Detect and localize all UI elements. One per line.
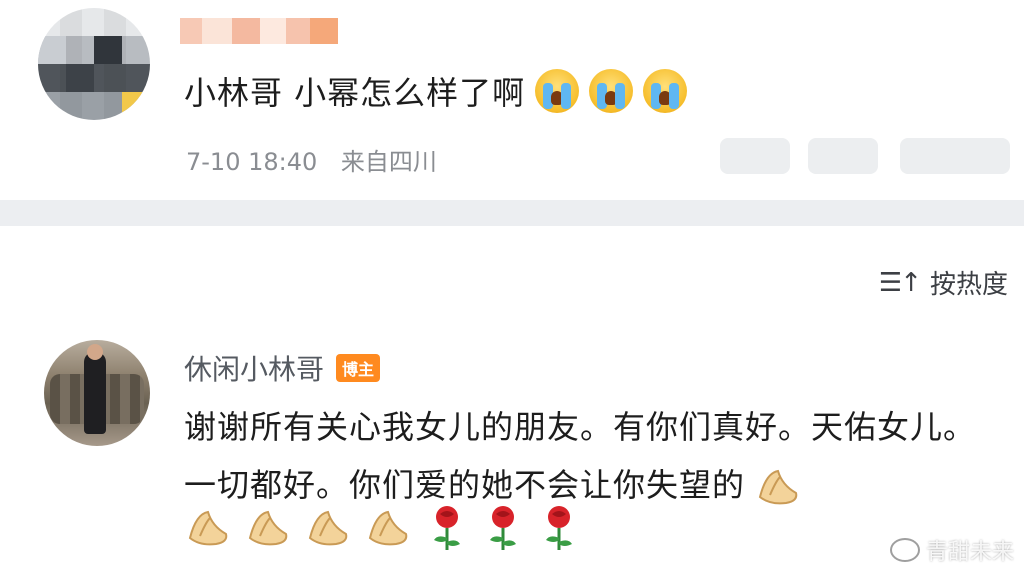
- card-divider: [0, 200, 1024, 226]
- reply-body: 谢谢所有关心我女儿的朋友。有你们真好。天佑女儿。一切都好。你们爱的她不会让你失望…: [184, 398, 1004, 514]
- comment-meta: 7-10 18:40 来自四川: [186, 142, 453, 177]
- sort-icon: ☰↑: [878, 267, 922, 298]
- commenter-name-blurred[interactable]: [180, 18, 338, 44]
- comment-time: 7-10 18:40: [186, 148, 318, 176]
- sort-label: 按热度: [929, 270, 1008, 300]
- comment-body: 小林哥 小幂怎么样了啊: [184, 68, 688, 114]
- like-action-blurred[interactable]: [900, 138, 1010, 174]
- folded-hands-emoji: [306, 508, 352, 548]
- comment-text: 小林哥 小幂怎么样了啊: [184, 74, 526, 112]
- blogger-badge: 博主: [336, 354, 381, 382]
- folded-hands-emoji: [366, 508, 412, 548]
- reply-emoji-row: [186, 504, 580, 552]
- reply-author[interactable]: 休闲小林哥 博主: [184, 348, 381, 388]
- weibo-logo-icon: [889, 538, 920, 562]
- crying-face-emoji: [643, 69, 688, 113]
- commenter-avatar[interactable]: [38, 8, 150, 120]
- folded-hands-emoji: [246, 508, 292, 548]
- rose-emoji: [538, 504, 580, 552]
- comment-location: 来自四川: [340, 148, 437, 176]
- watermark: 青甜未来: [889, 534, 1014, 566]
- share-action-blurred[interactable]: [720, 138, 790, 174]
- crying-face-emoji: [589, 69, 634, 113]
- watermark-text: 青甜未来: [925, 540, 1014, 565]
- comment-action-blurred[interactable]: [808, 138, 878, 174]
- reply-username[interactable]: 休闲小林哥: [184, 348, 324, 388]
- blogger-avatar[interactable]: [44, 340, 150, 446]
- crying-face-emoji: [535, 69, 580, 113]
- sort-toggle[interactable]: ☰↑ 按热度: [879, 264, 1008, 301]
- rose-emoji: [482, 504, 524, 552]
- folded-hands-emoji: [756, 467, 802, 507]
- rose-emoji: [426, 504, 468, 552]
- reply-text: 谢谢所有关心我女儿的朋友。有你们真好。天佑女儿。一切都好。你们爱的她不会让你失望…: [184, 408, 977, 504]
- folded-hands-emoji: [186, 508, 232, 548]
